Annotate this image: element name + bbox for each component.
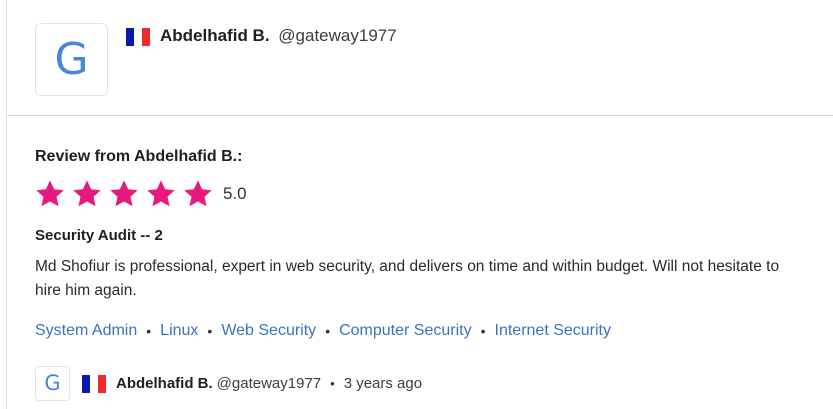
review-time: 3 years ago: [343, 375, 423, 392]
reviewer-header: G Abdelhafid B. @gateway1977: [0, 0, 833, 116]
divider: [6, 115, 833, 116]
footer-reviewer-name[interactable]: Abdelhafid B.: [116, 375, 213, 392]
star-icon: [145, 178, 177, 210]
france-flag-icon: [126, 28, 150, 46]
star-icon: [182, 178, 214, 210]
separator-dot: •: [207, 323, 213, 339]
rating-value: 5.0: [223, 184, 247, 203]
skills-list: System Admin • Linux • Web Security • Computer…: [35, 320, 611, 342]
skill-link[interactable]: Linux: [160, 320, 198, 342]
review-text: Md Shofiur is professional, expert in we…: [35, 258, 780, 299]
skill-link[interactable]: System Admin: [35, 320, 137, 342]
reviewer-handle: @gateway1977: [278, 26, 397, 45]
star-icon: [71, 178, 103, 210]
separator-dot: •: [146, 323, 152, 339]
reviewer-avatar[interactable]: G: [35, 23, 108, 96]
skill-link[interactable]: Computer Security: [339, 320, 472, 342]
review-footer: G Abdelhafid B. @gateway1977 • 3 years a…: [35, 366, 422, 401]
footer-avatar[interactable]: G: [35, 366, 70, 401]
skill-link[interactable]: Web Security: [221, 320, 316, 342]
project-title: Security Audit -- 2: [35, 227, 163, 244]
footer-reviewer-handle: @gateway1977: [216, 375, 322, 392]
separator-dot: •: [325, 323, 331, 339]
reviewer-identity: Abdelhafid B. @gateway1977: [160, 26, 397, 46]
star-icon: [108, 178, 140, 210]
france-flag-icon: [82, 374, 106, 393]
skill-link[interactable]: Internet Security: [495, 320, 612, 342]
star-rating: 5.0: [34, 178, 247, 210]
reviewer-name[interactable]: Abdelhafid B.: [160, 26, 270, 45]
star-icon: [34, 178, 66, 210]
separator-dot: •: [480, 323, 486, 339]
review-title: Review from Abdelhafid B.:: [35, 148, 243, 165]
separator-dot: •: [330, 376, 335, 391]
